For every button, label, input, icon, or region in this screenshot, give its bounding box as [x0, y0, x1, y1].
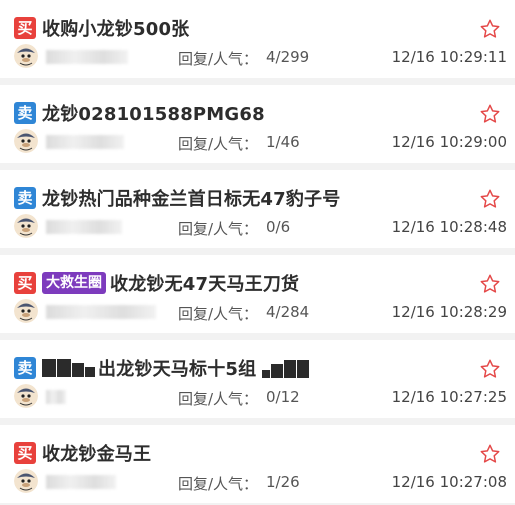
- post-title[interactable]: 收龙钞金马王: [42, 441, 151, 465]
- username-redacted: [46, 220, 122, 234]
- avatar[interactable]: [14, 384, 38, 408]
- avatar[interactable]: [14, 129, 38, 153]
- tag-badge: 大救生圈: [42, 272, 106, 294]
- post-timestamp: 12/16 10:29:00: [391, 133, 507, 151]
- star-outline-icon[interactable]: [479, 358, 501, 380]
- avatar[interactable]: [14, 44, 38, 68]
- post-title-row[interactable]: 买 收购小龙钞500张: [14, 16, 471, 40]
- post-item[interactable]: 买 收龙钞金马王 回复/人气： 1/26 12/16 10:27:08: [0, 425, 515, 503]
- post-item[interactable]: 卖 龙钞028101588PMG68 回复/人气： 1/46 12/16 10:…: [0, 85, 515, 163]
- post-list: 买 收购小龙钞500张 回复/人气： 4/299 12/16 10:29:11 …: [0, 0, 515, 505]
- username-redacted: [46, 475, 116, 489]
- post-title[interactable]: 龙钞028101588PMG68: [42, 101, 265, 125]
- star-outline-icon[interactable]: [479, 103, 501, 125]
- stats-value: 4/284: [266, 303, 310, 321]
- post-timestamp: 12/16 10:28:29: [391, 303, 507, 321]
- buy-badge: 买: [14, 272, 36, 294]
- stats-value: 4/299: [266, 48, 310, 66]
- post-item[interactable]: 卖 出龙钞天马标十5组 回复/人气： 0/12 12/16 10:27:25: [0, 340, 515, 418]
- stats-label: 回复/人气：: [178, 135, 259, 153]
- post-timestamp: 12/16 10:27:25: [391, 388, 507, 406]
- post-title[interactable]: 收购小龙钞500张: [42, 16, 189, 40]
- avatar[interactable]: [14, 214, 38, 238]
- star-outline-icon[interactable]: [479, 443, 501, 465]
- post-item[interactable]: 卖 龙钞热门品种金兰首日标无47豹子号 回复/人气： 0/6 12/16 10:…: [0, 170, 515, 248]
- username-redacted: [46, 135, 124, 149]
- post-meta: 回复/人气： 1/26 12/16 10:27:08: [14, 469, 507, 495]
- buy-badge: 买: [14, 442, 36, 464]
- stats-value: 0/12: [266, 388, 300, 406]
- post-timestamp: 12/16 10:27:08: [391, 473, 507, 491]
- post-title-row[interactable]: 卖 龙钞热门品种金兰首日标无47豹子号: [14, 186, 471, 210]
- stats-label: 回复/人气：: [178, 50, 259, 68]
- username-redacted: [46, 50, 128, 64]
- post-meta: 回复/人气： 4/299 12/16 10:29:11: [14, 44, 507, 70]
- post-title-row[interactable]: 卖 出龙钞天马标十5组: [14, 356, 471, 380]
- username-redacted: [46, 390, 66, 404]
- buy-badge: 买: [14, 17, 36, 39]
- star-outline-icon[interactable]: [479, 18, 501, 40]
- post-timestamp: 12/16 10:28:48: [391, 218, 507, 236]
- star-outline-icon[interactable]: [479, 273, 501, 295]
- sell-badge: 卖: [14, 102, 36, 124]
- post-meta: 回复/人气： 4/284 12/16 10:28:29: [14, 299, 507, 325]
- avatar[interactable]: [14, 469, 38, 493]
- post-title[interactable]: 出龙钞天马标十5组: [98, 356, 256, 380]
- stats-label: 回复/人气：: [178, 305, 259, 323]
- star-outline-icon[interactable]: [479, 188, 501, 210]
- post-meta: 回复/人气： 1/46 12/16 10:29:00: [14, 129, 507, 155]
- post-title-row[interactable]: 买 收龙钞金马王: [14, 441, 471, 465]
- post-title[interactable]: 收龙钞无47天马王刀货: [110, 271, 299, 295]
- post-item[interactable]: 买 大救生圈 收龙钞无47天马王刀货 回复/人气： 4/284 12/16 10…: [0, 255, 515, 333]
- post-title-row[interactable]: 买 大救生圈 收龙钞无47天马王刀货: [14, 271, 471, 295]
- sell-badge: 卖: [14, 187, 36, 209]
- stats-value: 1/26: [266, 473, 300, 491]
- title-redacted-suffix: [262, 358, 310, 378]
- title-redacted-prefix: [42, 359, 96, 377]
- post-meta: 回复/人气： 0/6 12/16 10:28:48: [14, 214, 507, 240]
- stats-label: 回复/人气：: [178, 475, 259, 493]
- sell-badge: 卖: [14, 357, 36, 379]
- avatar[interactable]: [14, 299, 38, 323]
- post-title[interactable]: 龙钞热门品种金兰首日标无47豹子号: [42, 186, 340, 210]
- post-title-row[interactable]: 卖 龙钞028101588PMG68: [14, 101, 471, 125]
- stats-value: 1/46: [266, 133, 300, 151]
- stats-value: 0/6: [266, 218, 291, 236]
- stats-label: 回复/人气：: [178, 390, 259, 408]
- stats-label: 回复/人气：: [178, 220, 259, 238]
- post-timestamp: 12/16 10:29:11: [391, 48, 507, 66]
- post-item[interactable]: 买 收购小龙钞500张 回复/人气： 4/299 12/16 10:29:11: [0, 0, 515, 78]
- username-redacted: [46, 305, 156, 319]
- post-meta: 回复/人气： 0/12 12/16 10:27:25: [14, 384, 507, 410]
